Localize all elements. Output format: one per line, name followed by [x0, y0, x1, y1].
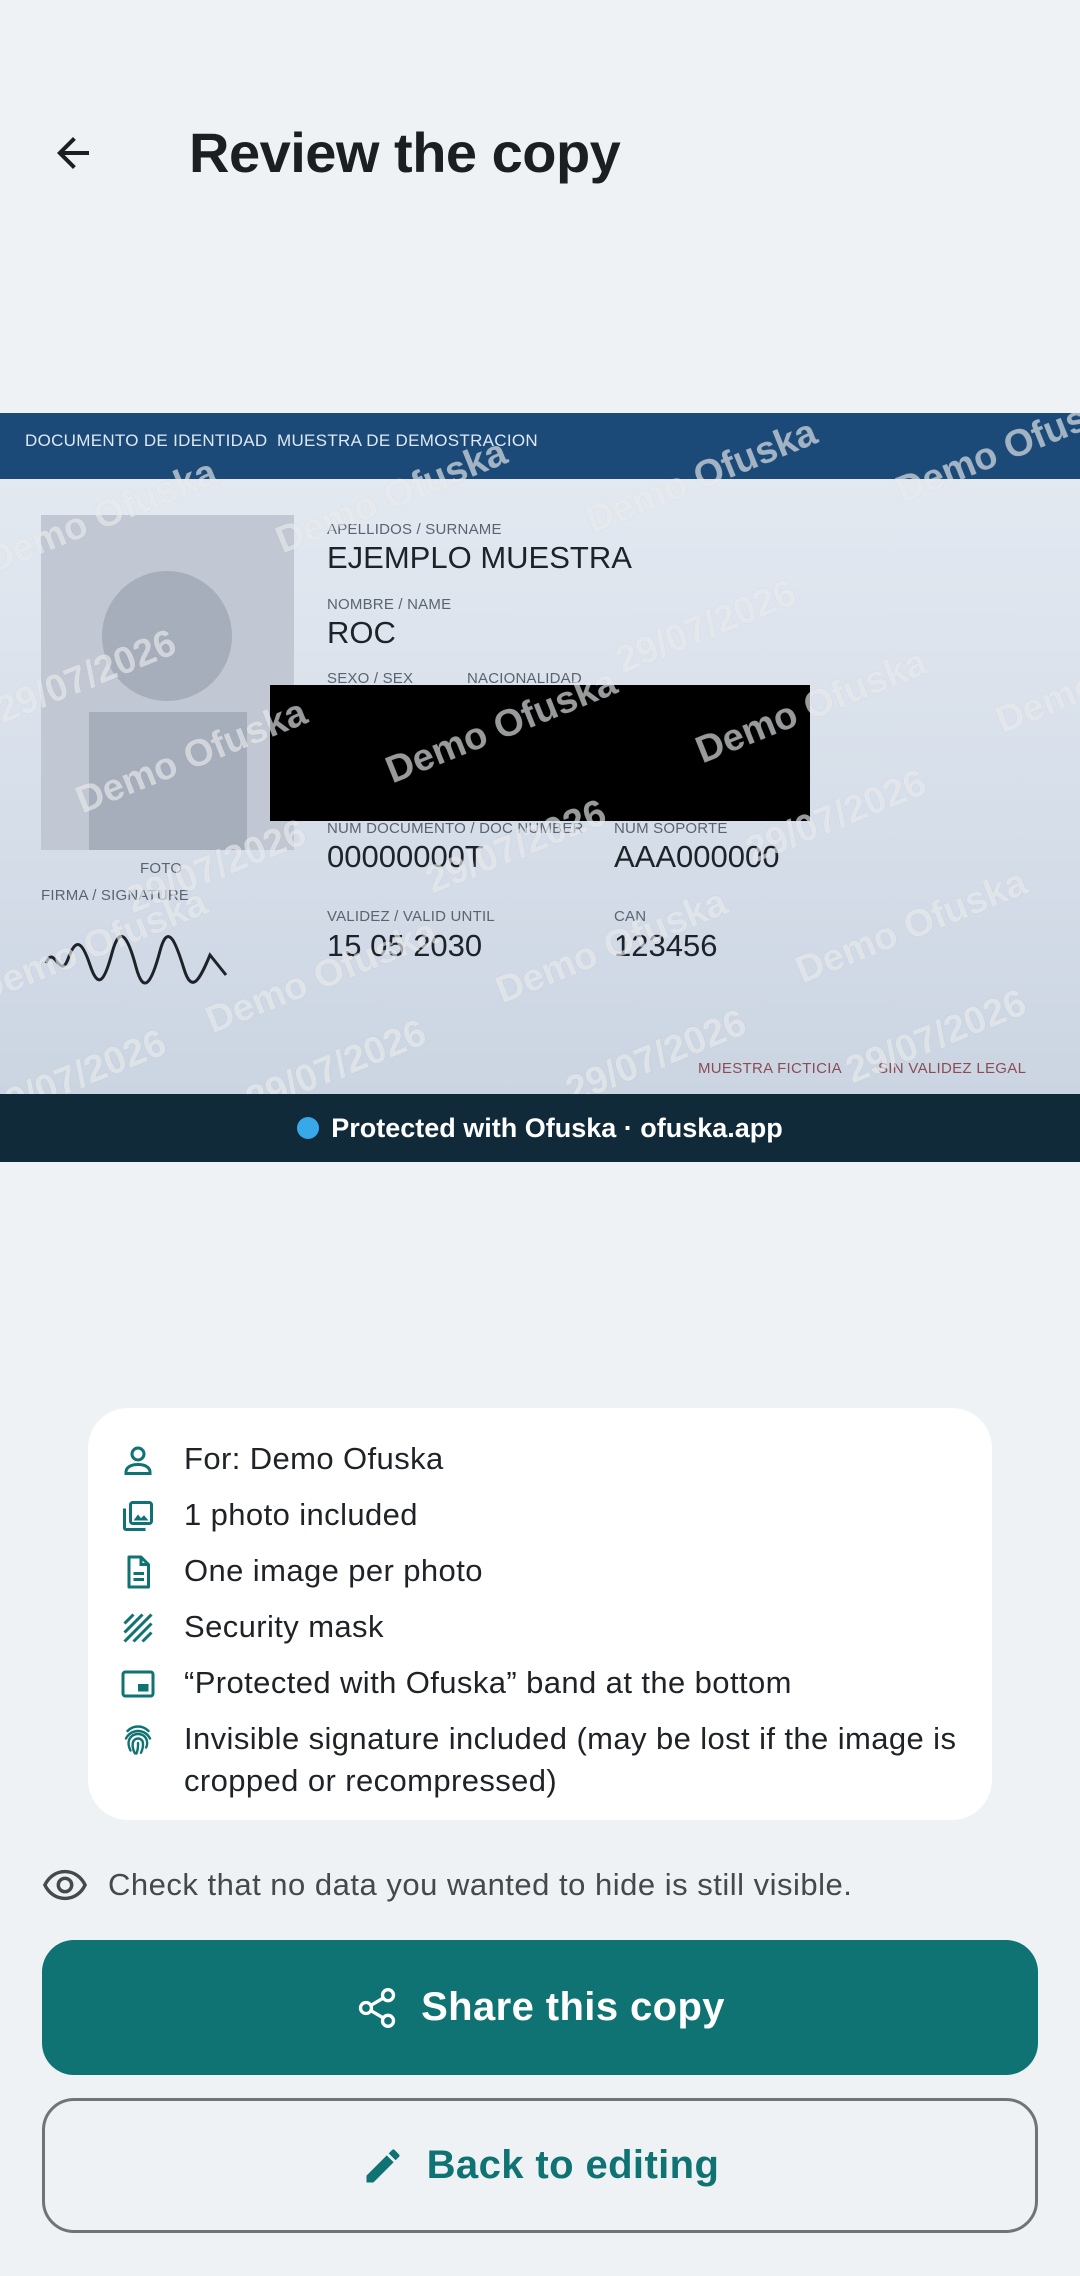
summary-item-text: “Protected with Ofuska” band at the bott…: [184, 1665, 792, 1700]
band-dot-icon: [297, 1117, 320, 1139]
doc-number-label: NUM DOCUMENTO / DOC NUMBER: [327, 820, 584, 837]
eye-icon: [42, 1869, 88, 1901]
visibility-hint: Check that no data you wanted to hide is…: [42, 1862, 852, 1908]
name-label: NOMBRE / NAME: [327, 596, 452, 613]
document-icon: [118, 1552, 158, 1592]
signature-scribble: [44, 935, 228, 985]
fingerprint-icon: [118, 1720, 158, 1760]
share-copy-label: Share this copy: [421, 1985, 725, 2029]
back-button[interactable]: [28, 108, 118, 198]
share-icon: [358, 1987, 396, 2028]
arrow-back-icon: [57, 137, 89, 169]
watermark-text: Demo Ofuska: [790, 861, 1033, 992]
can-label: CAN: [614, 908, 647, 925]
back-to-editing-button[interactable]: Back to editing: [42, 2098, 1038, 2233]
summary-item-mask: Security mask: [118, 1606, 962, 1648]
back-to-editing-label: Back to editing: [426, 2143, 720, 2187]
summary-item-signature: Invisible signature included (may be los…: [118, 1718, 962, 1802]
photo-head-shape: [102, 571, 232, 701]
id-card-header: DOCUMENTO DE IDENTIDAD MUESTRA DE DEMOST…: [0, 413, 1080, 479]
support-label: NUM SOPORTE: [614, 820, 728, 837]
doc-number-value: 00000000T: [327, 839, 484, 874]
validity-value: 15 05 2030: [327, 928, 483, 963]
photo-body-shape: [89, 712, 247, 850]
id-card-header-left: DOCUMENTO DE IDENTIDAD: [25, 431, 268, 450]
summary-item-text: For: Demo Ofuska: [184, 1441, 444, 1476]
bottom-band-icon: [118, 1664, 158, 1704]
hint-text: Check that no data you wanted to hide is…: [108, 1867, 853, 1902]
summary-item-text: One image per photo: [184, 1553, 483, 1588]
id-card-image: DOCUMENTO DE IDENTIDAD MUESTRA DE DEMOST…: [0, 413, 1080, 1094]
support-value: AAA000000: [614, 839, 780, 874]
hatch-pattern-icon: [118, 1608, 158, 1648]
watermark-text: 29/07/2026: [560, 1001, 753, 1094]
app-bar: Review the copy: [0, 0, 1080, 310]
watermark-text: Demo Ofuska: [990, 611, 1080, 742]
watermark-text: 29/07/2026: [0, 1021, 173, 1094]
id-photo-placeholder: [41, 515, 294, 850]
signature-label: FIRMA / SIGNATURE: [41, 887, 190, 904]
summary-item-text: 1 photo included: [184, 1497, 418, 1532]
surname-label: APELLIDOS / SURNAME: [327, 521, 502, 538]
photo-library-icon: [118, 1496, 158, 1536]
photo-label: FOTO: [140, 860, 183, 877]
page-title: Review the copy: [189, 121, 621, 184]
summary-item-text: Security mask: [184, 1609, 384, 1644]
person-icon: [118, 1440, 158, 1480]
summary-item-format: One image per photo: [118, 1550, 962, 1592]
summary-item-text: Invisible signature included (may be los…: [184, 1721, 957, 1798]
protected-band: Protected with Ofuska · ofuska.app: [0, 1094, 1080, 1162]
id-card-header-right: MUESTRA DE DEMOSTRACION: [277, 431, 538, 450]
pencil-icon: [366, 2148, 400, 2182]
watermark-text: 29/07/2026: [240, 1011, 433, 1094]
summary-item-recipient: For: Demo Ofuska: [118, 1438, 962, 1480]
share-copy-button[interactable]: Share this copy: [42, 1940, 1038, 2075]
watermark-text: 29/07/2026: [610, 571, 803, 682]
surname-value: EJEMPLO MUESTRA: [327, 540, 632, 575]
summary-card: For: Demo Ofuska 1 photo included One im…: [88, 1408, 992, 1820]
can-value: 123456: [614, 928, 718, 963]
name-value: ROC: [327, 615, 396, 650]
band-text: Protected with Ofuska · ofuska.app: [331, 1112, 783, 1143]
card-footer-left: MUESTRA FICTICIA: [698, 1060, 842, 1077]
validity-label: VALIDEZ / VALID UNTIL: [327, 908, 495, 925]
summary-item-band: “Protected with Ofuska” band at the bott…: [118, 1662, 962, 1704]
redaction-block: [270, 685, 810, 821]
copy-preview: DOCUMENTO DE IDENTIDAD MUESTRA DE DEMOST…: [0, 413, 1080, 1162]
summary-item-photos: 1 photo included: [118, 1494, 962, 1536]
card-footer-right: SIN VALIDEZ LEGAL: [878, 1060, 1027, 1077]
